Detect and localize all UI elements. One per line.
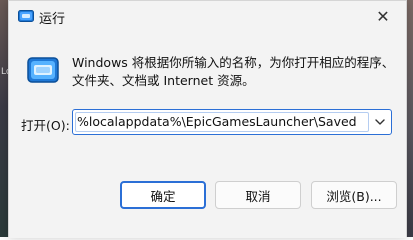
run-large-icon [27,57,59,83]
desktop-left-edge [0,0,8,237]
open-combobox[interactable]: %localappdata%\EpicGamesLauncher\Saved [72,109,392,135]
instructions-line-2: 文件夹、文档或 Internet 资源。 [72,73,255,88]
open-label: 打开(O): [21,118,70,133]
open-input[interactable]: %localappdata%\EpicGamesLauncher\Saved [77,114,366,129]
close-button[interactable]: ✕ [361,1,405,31]
ok-button[interactable]: 确定 [120,181,206,209]
window-title: 运行 [39,12,66,27]
chevron-down-icon[interactable] [373,115,387,129]
run-icon [18,10,34,22]
instructions-line-1: Windows 将根据你所输入的名称，为你打开相应的程序、 [72,55,395,70]
desktop-right-edge [407,0,413,237]
cancel-button[interactable]: 取消 [215,181,301,209]
browse-button[interactable]: 浏览(B)... [311,181,397,209]
titlebar: 运行 ✕ [9,1,406,31]
instructions-text: Windows 将根据你所输入的名称，为你打开相应的程序、 文件夹、文档或 In… [72,54,395,90]
run-dialog: 运行 ✕ Windows 将根据你所输入的名称，为你打开相应的程序、 文件夹、文… [8,0,407,238]
close-icon: ✕ [376,6,390,26]
